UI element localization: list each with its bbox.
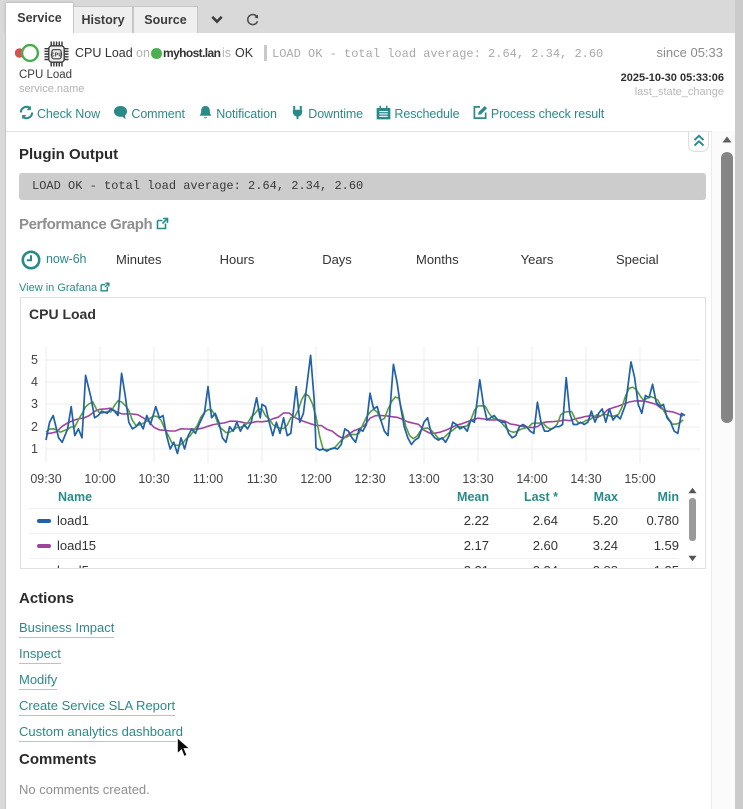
svg-text:4: 4 [31,375,38,389]
svg-text:CPU: CPU [51,53,63,59]
svg-text:11:30: 11:30 [247,472,277,486]
svg-text:14:00: 14:00 [516,472,547,486]
svg-text:15:00: 15:00 [624,472,655,486]
svg-text:12:30: 12:30 [354,472,385,486]
svg-text:12:00: 12:00 [300,472,331,486]
svg-text:14:30: 14:30 [570,472,601,486]
svg-text:10:00: 10:00 [84,472,115,486]
svg-text:11:00: 11:00 [193,472,223,486]
svg-text:13:30: 13:30 [462,472,493,486]
svg-text:09:30: 09:30 [30,472,61,486]
svg-text:1: 1 [31,442,38,456]
svg-text:2: 2 [31,420,38,434]
svg-text:13:00: 13:00 [408,472,439,486]
svg-text:3: 3 [31,397,38,411]
svg-text:10:30: 10:30 [138,472,169,486]
svg-text:5: 5 [31,353,38,367]
